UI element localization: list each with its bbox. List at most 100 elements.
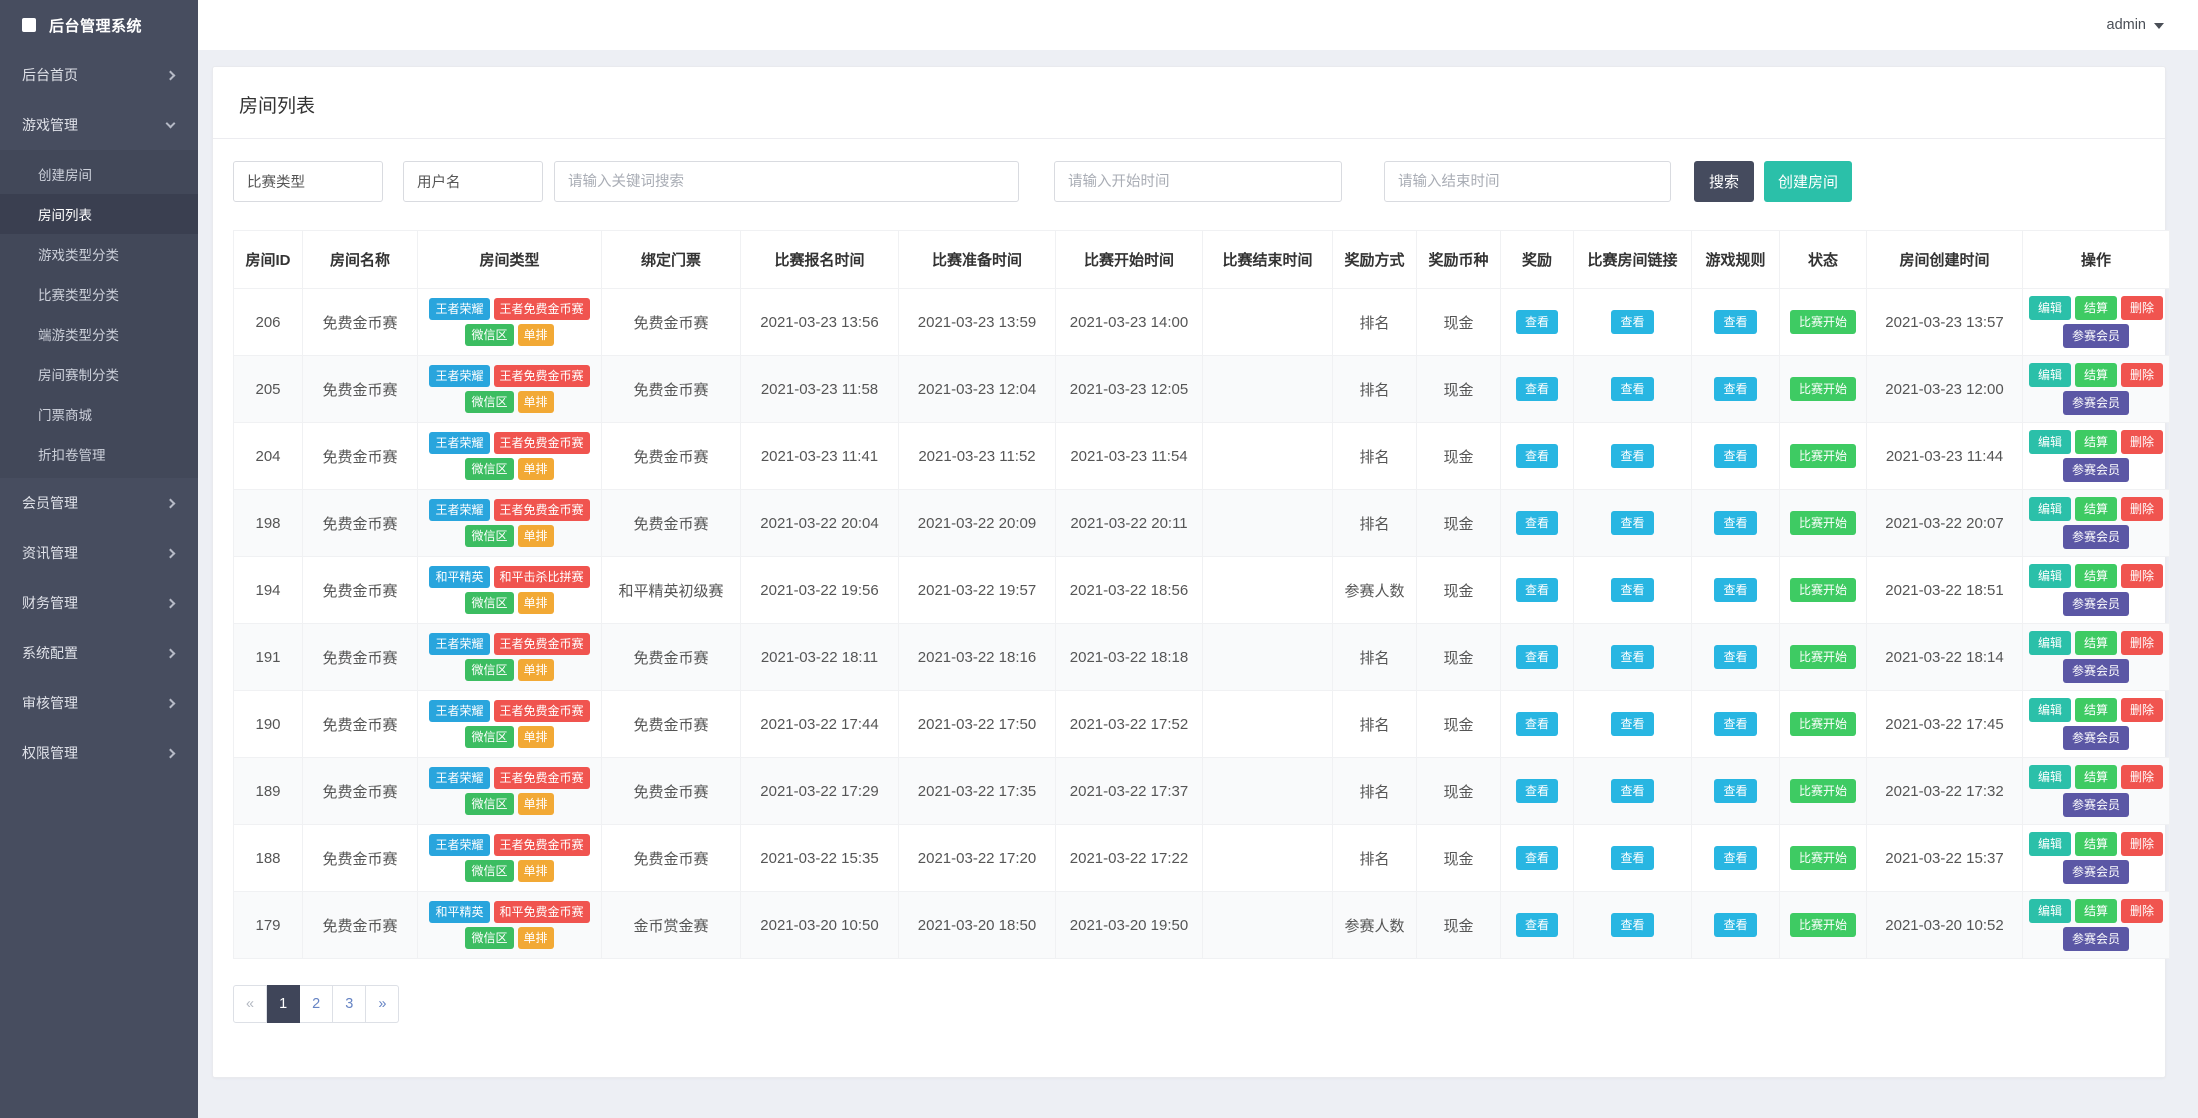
- edit-button[interactable]: 编辑: [2028, 832, 2071, 856]
- view-rule-button[interactable]: 查看: [1714, 645, 1757, 669]
- view-room-link-button[interactable]: 查看: [1611, 310, 1654, 334]
- create-room-button[interactable]: 创建房间: [1764, 161, 1853, 202]
- view-room-link-button[interactable]: 查看: [1611, 645, 1654, 669]
- view-rule-button[interactable]: 查看: [1714, 846, 1757, 870]
- view-rule-button[interactable]: 查看: [1714, 444, 1757, 468]
- keyword-input[interactable]: [554, 161, 1019, 202]
- sidebar-item-会员管理[interactable]: 会员管理: [0, 478, 198, 528]
- sidebar-item-财务管理[interactable]: 财务管理: [0, 578, 198, 628]
- view-reward-button[interactable]: 查看: [1515, 444, 1558, 468]
- settle-button[interactable]: 结算: [2074, 497, 2117, 521]
- view-room-link-button[interactable]: 查看: [1611, 511, 1654, 535]
- members-button[interactable]: 参赛会员: [2062, 927, 2129, 951]
- view-rule-button[interactable]: 查看: [1714, 712, 1757, 736]
- edit-button[interactable]: 编辑: [2028, 363, 2071, 387]
- view-room-link-button[interactable]: 查看: [1611, 846, 1654, 870]
- delete-button[interactable]: 删除: [2121, 631, 2164, 655]
- view-reward-button[interactable]: 查看: [1515, 645, 1558, 669]
- members-button[interactable]: 参赛会员: [2062, 324, 2129, 348]
- view-room-link-button[interactable]: 查看: [1611, 444, 1654, 468]
- sidebar-item-系统配置[interactable]: 系统配置: [0, 628, 198, 678]
- view-rule-button[interactable]: 查看: [1714, 310, 1757, 334]
- view-reward-button[interactable]: 查看: [1515, 511, 1558, 535]
- sidebar-item-资讯管理[interactable]: 资讯管理: [0, 528, 198, 578]
- sidebar-subitem-端游类型分类[interactable]: 端游类型分类: [0, 314, 198, 354]
- view-reward-button[interactable]: 查看: [1515, 913, 1558, 937]
- end-time-input[interactable]: [1384, 161, 1671, 202]
- delete-button[interactable]: 删除: [2121, 832, 2164, 856]
- pagination-prev[interactable]: «: [233, 985, 268, 1023]
- match-type-select[interactable]: [233, 161, 383, 202]
- members-button[interactable]: 参赛会员: [2062, 726, 2129, 750]
- pagination-page-2[interactable]: 2: [300, 985, 334, 1023]
- view-room-link-button[interactable]: 查看: [1611, 712, 1654, 736]
- settle-button[interactable]: 结算: [2074, 363, 2117, 387]
- sidebar-subitem-房间列表[interactable]: 房间列表: [0, 194, 198, 234]
- edit-button[interactable]: 编辑: [2028, 497, 2071, 521]
- user-menu[interactable]: admin: [2107, 17, 2164, 33]
- view-rule-button[interactable]: 查看: [1714, 779, 1757, 803]
- sidebar-item-游戏管理[interactable]: 游戏管理: [0, 100, 198, 150]
- sidebar-subitem-门票商城[interactable]: 门票商城: [0, 394, 198, 434]
- delete-button[interactable]: 删除: [2121, 296, 2164, 320]
- view-reward-button[interactable]: 查看: [1515, 779, 1558, 803]
- members-button[interactable]: 参赛会员: [2062, 793, 2129, 817]
- members-button[interactable]: 参赛会员: [2062, 860, 2129, 884]
- view-room-link-button[interactable]: 查看: [1611, 377, 1654, 401]
- sidebar-subitem-游戏类型分类[interactable]: 游戏类型分类: [0, 234, 198, 274]
- view-reward-button[interactable]: 查看: [1515, 846, 1558, 870]
- view-room-link-button[interactable]: 查看: [1611, 913, 1654, 937]
- pagination-page-3[interactable]: 3: [333, 985, 367, 1023]
- members-button[interactable]: 参赛会员: [2062, 525, 2129, 549]
- view-rule-button[interactable]: 查看: [1714, 578, 1757, 602]
- members-button[interactable]: 参赛会员: [2062, 391, 2129, 415]
- view-reward-button[interactable]: 查看: [1515, 377, 1558, 401]
- view-rule-button[interactable]: 查看: [1714, 377, 1757, 401]
- sidebar-item-后台首页[interactable]: 后台首页: [0, 50, 198, 100]
- edit-button[interactable]: 编辑: [2028, 564, 2071, 588]
- edit-button[interactable]: 编辑: [2028, 899, 2071, 923]
- sidebar-subitem-折扣卷管理[interactable]: 折扣卷管理: [0, 434, 198, 474]
- settle-button[interactable]: 结算: [2074, 698, 2117, 722]
- settle-button[interactable]: 结算: [2074, 296, 2117, 320]
- settle-button[interactable]: 结算: [2074, 832, 2117, 856]
- sidebar-item-权限管理[interactable]: 权限管理: [0, 728, 198, 778]
- members-button[interactable]: 参赛会员: [2062, 592, 2129, 616]
- sidebar-subitem-比赛类型分类[interactable]: 比赛类型分类: [0, 274, 198, 314]
- delete-button[interactable]: 删除: [2121, 698, 2164, 722]
- settle-button[interactable]: 结算: [2074, 765, 2117, 789]
- delete-button[interactable]: 删除: [2121, 899, 2164, 923]
- view-room-link-button[interactable]: 查看: [1611, 578, 1654, 602]
- settle-button[interactable]: 结算: [2074, 430, 2117, 454]
- pagination-page-1[interactable]: 1: [267, 985, 301, 1023]
- delete-button[interactable]: 删除: [2121, 430, 2164, 454]
- settle-button[interactable]: 结算: [2074, 899, 2117, 923]
- start-time-input[interactable]: [1054, 161, 1342, 202]
- view-reward-button[interactable]: 查看: [1515, 310, 1558, 334]
- edit-button[interactable]: 编辑: [2028, 765, 2071, 789]
- settle-button[interactable]: 结算: [2074, 564, 2117, 588]
- delete-button[interactable]: 删除: [2121, 564, 2164, 588]
- delete-button[interactable]: 删除: [2121, 765, 2164, 789]
- members-button[interactable]: 参赛会员: [2062, 659, 2129, 683]
- edit-button[interactable]: 编辑: [2028, 430, 2071, 454]
- view-reward-button[interactable]: 查看: [1515, 712, 1558, 736]
- column-header: 比赛准备时间: [898, 230, 1056, 289]
- username-select[interactable]: [403, 161, 543, 202]
- edit-button[interactable]: 编辑: [2028, 631, 2071, 655]
- delete-button[interactable]: 删除: [2121, 497, 2164, 521]
- search-button[interactable]: 搜索: [1694, 161, 1755, 202]
- edit-button[interactable]: 编辑: [2028, 698, 2071, 722]
- sidebar-subitem-创建房间[interactable]: 创建房间: [0, 154, 198, 194]
- delete-button[interactable]: 删除: [2121, 363, 2164, 387]
- settle-button[interactable]: 结算: [2074, 631, 2117, 655]
- pagination-next[interactable]: »: [366, 985, 400, 1023]
- members-button[interactable]: 参赛会员: [2062, 458, 2129, 482]
- view-rule-button[interactable]: 查看: [1714, 511, 1757, 535]
- view-reward-button[interactable]: 查看: [1515, 578, 1558, 602]
- sidebar-item-审核管理[interactable]: 审核管理: [0, 678, 198, 728]
- view-room-link-button[interactable]: 查看: [1611, 779, 1654, 803]
- sidebar-subitem-房间赛制分类[interactable]: 房间赛制分类: [0, 354, 198, 394]
- edit-button[interactable]: 编辑: [2028, 296, 2071, 320]
- view-rule-button[interactable]: 查看: [1714, 913, 1757, 937]
